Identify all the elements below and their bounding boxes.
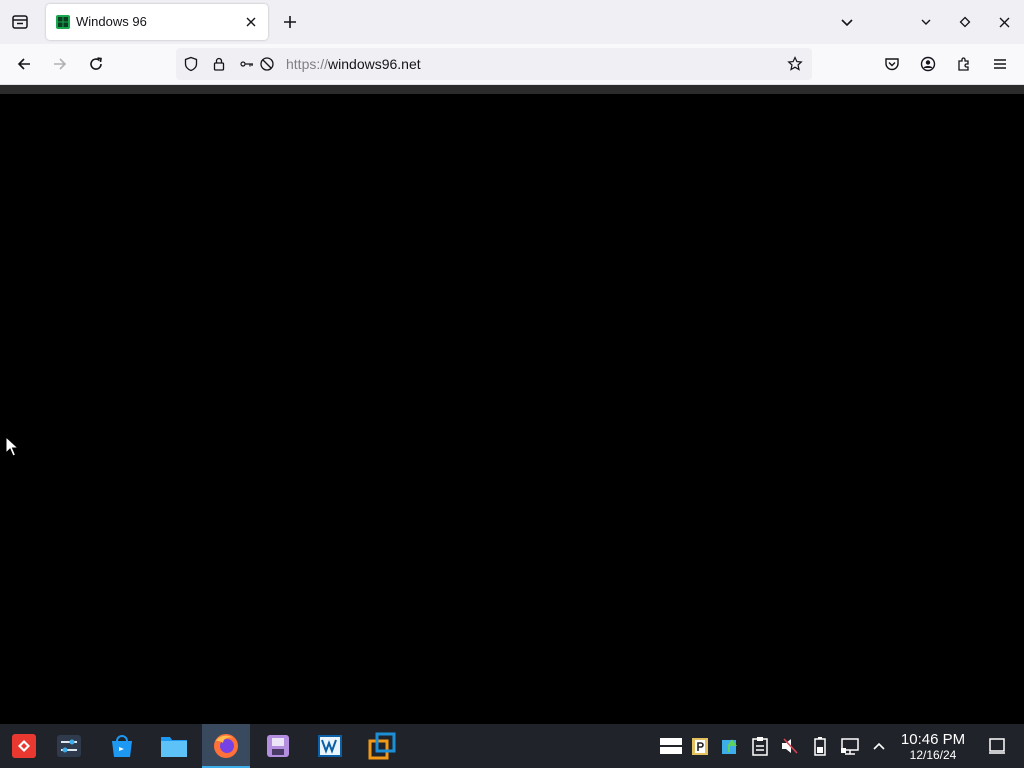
storage-icon [660, 738, 682, 754]
tray-expand-button[interactable] [869, 736, 889, 756]
new-tab-button[interactable] [278, 10, 302, 34]
tab-windows96[interactable]: Windows 96 [46, 4, 268, 40]
extensions-button[interactable] [950, 50, 978, 78]
network-wired-icon [841, 738, 859, 755]
tab-title: Windows 96 [76, 14, 147, 29]
clipboard-p-icon [692, 738, 708, 755]
taskbar-firefox[interactable] [202, 724, 250, 768]
taskbar-vm-monitor[interactable] [306, 724, 354, 768]
tray-clipboard-manager[interactable] [690, 736, 710, 756]
close-window-button[interactable] [992, 10, 1016, 34]
firefox-view-button[interactable] [6, 8, 34, 36]
url-scheme: https:// [286, 56, 329, 72]
taskbar-floppy-app[interactable] [254, 724, 302, 768]
forward-button[interactable] [46, 50, 74, 78]
reload-button[interactable] [82, 50, 110, 78]
tray-volume[interactable] [780, 736, 800, 756]
puzzle-icon [958, 57, 969, 71]
autoplay-blocked-button[interactable] [258, 55, 276, 73]
tab-close-button[interactable] [242, 13, 260, 31]
app-menu-button[interactable] [986, 50, 1014, 78]
clock-date: 12/16/24 [909, 748, 957, 762]
hamburger-menu-icon [994, 59, 1006, 69]
navigation-toolbar: https://windows96.net [0, 44, 1024, 85]
virtualbox-icon [368, 732, 396, 760]
lock-icon [213, 57, 225, 71]
close-icon [246, 17, 256, 27]
tray-battery[interactable] [810, 736, 830, 756]
page-loading-bar [0, 85, 1024, 94]
bookmark-page-button[interactable] [786, 55, 804, 73]
plus-icon [284, 16, 296, 28]
battery-icon [814, 737, 826, 756]
taskbar: 10:46 PM 12/16/24 [0, 724, 1024, 768]
tray-storage[interactable] [660, 736, 682, 756]
taskbar-virtualbox[interactable] [358, 724, 406, 768]
taskbar-system-settings[interactable] [45, 724, 93, 768]
star-icon [787, 56, 803, 71]
pocket-button[interactable] [878, 50, 906, 78]
firefox-view-icon [12, 15, 28, 29]
shield-icon [184, 56, 198, 72]
url-host: windows96.net [328, 56, 421, 72]
digital-clock[interactable]: 10:46 PM 12/16/24 [893, 731, 973, 762]
reload-icon [90, 57, 102, 70]
firefox-icon [214, 734, 238, 758]
file-manager-icon [161, 737, 187, 757]
blocked-media-icon [260, 57, 274, 71]
close-icon [999, 17, 1009, 27]
tracking-protection-button[interactable] [182, 55, 200, 73]
floppy-app-icon [267, 735, 289, 757]
account-button[interactable] [914, 50, 942, 78]
taskbar-discover[interactable] [98, 724, 146, 768]
show-desktop-icon [989, 738, 1005, 754]
clipboard-icon [752, 737, 768, 756]
arrow-right-icon [54, 58, 67, 70]
minimize-icon [921, 19, 931, 25]
tray-network[interactable] [840, 736, 860, 756]
system-settings-icon [57, 735, 81, 757]
discover-store-icon [112, 735, 132, 757]
minimize-button[interactable] [914, 10, 938, 34]
account-icon [920, 56, 936, 72]
chevron-down-icon [841, 19, 853, 27]
url-text[interactable]: https://windows96.net [286, 56, 421, 72]
show-desktop-button[interactable] [987, 736, 1007, 756]
windows96-favicon-icon [56, 15, 70, 29]
tab-strip: Windows 96 [0, 0, 1024, 44]
arrow-left-icon [17, 58, 30, 70]
permissions-button[interactable] [238, 55, 256, 73]
page-content[interactable] [0, 94, 1024, 724]
clock-time: 10:46 PM [900, 731, 966, 748]
volume-muted-icon [782, 738, 798, 754]
pocket-icon [885, 58, 899, 71]
application-launcher[interactable] [0, 724, 48, 768]
maximize-button[interactable] [953, 10, 977, 34]
update-notifier-icon [722, 739, 737, 754]
permissions-icon [240, 61, 253, 67]
vm-monitor-icon [318, 735, 342, 757]
list-all-tabs-button[interactable] [835, 10, 859, 34]
tray-clipboard[interactable] [750, 736, 770, 756]
tray-updates[interactable] [720, 736, 740, 756]
chevron-up-icon [873, 742, 885, 750]
kde-launcher-icon [12, 734, 36, 758]
maximize-icon [959, 16, 971, 28]
url-bar[interactable]: https://windows96.net [176, 48, 812, 80]
taskbar-file-manager[interactable] [150, 724, 198, 768]
site-security-button[interactable] [210, 55, 228, 73]
mouse-cursor-icon [5, 436, 19, 457]
back-button[interactable] [10, 50, 38, 78]
